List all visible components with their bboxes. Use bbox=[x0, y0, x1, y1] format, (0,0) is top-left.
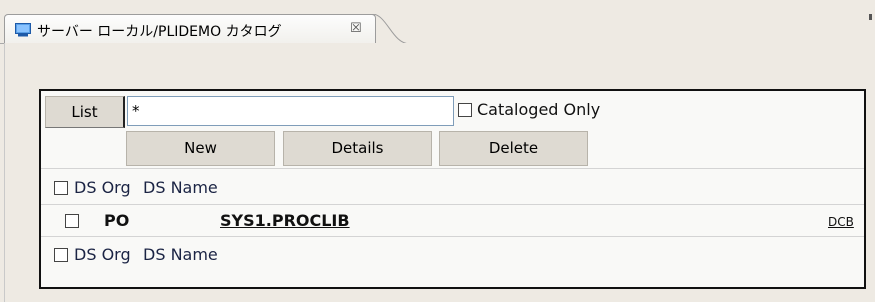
new-button[interactable]: New bbox=[126, 131, 275, 166]
cataloged-only-label: Cataloged Only bbox=[477, 100, 601, 119]
tab-bar: サーバー ローカル/PLIDEMO カタログ ☒ bbox=[0, 0, 875, 44]
tab-catalog[interactable]: サーバー ローカル/PLIDEMO カタログ ☒ bbox=[4, 14, 376, 44]
view-menu-mark[interactable] bbox=[869, 14, 872, 20]
row-checkbox[interactable] bbox=[65, 214, 79, 228]
tab-curve bbox=[372, 14, 411, 44]
dcb-link[interactable]: DCB bbox=[828, 215, 854, 229]
column-ds-name[interactable]: DS Name bbox=[143, 178, 218, 197]
tab-title: サーバー ローカル/PLIDEMO カタログ bbox=[37, 24, 282, 40]
table-row: PO SYS1.PROCLIB DCB bbox=[41, 205, 864, 237]
table-header: DS Org DS Name bbox=[41, 169, 864, 205]
list-button[interactable]: List bbox=[45, 96, 125, 128]
server-monitor-icon bbox=[15, 23, 31, 37]
details-button[interactable]: Details bbox=[283, 131, 432, 166]
select-all-checkbox[interactable] bbox=[54, 181, 68, 195]
ds-name-link[interactable]: SYS1.PROCLIB bbox=[220, 211, 350, 230]
search-input[interactable]: * bbox=[127, 96, 454, 126]
footer-column-ds-name[interactable]: DS Name bbox=[143, 245, 218, 264]
search-row: List * Cataloged Only bbox=[41, 91, 864, 129]
table-footer: DS Org DS Name bbox=[41, 237, 864, 289]
footer-select-all-checkbox[interactable] bbox=[54, 248, 68, 262]
delete-button[interactable]: Delete bbox=[439, 131, 588, 166]
footer-column-ds-org[interactable]: DS Org bbox=[74, 245, 131, 264]
catalog-panel: List * Cataloged Only New Details Delete… bbox=[39, 89, 866, 289]
ds-org-cell: PO bbox=[104, 211, 130, 230]
column-ds-org[interactable]: DS Org bbox=[74, 178, 131, 197]
action-row: New Details Delete bbox=[41, 129, 864, 169]
cataloged-only-checkbox[interactable] bbox=[458, 103, 472, 117]
close-icon[interactable]: ☒ bbox=[350, 21, 362, 36]
